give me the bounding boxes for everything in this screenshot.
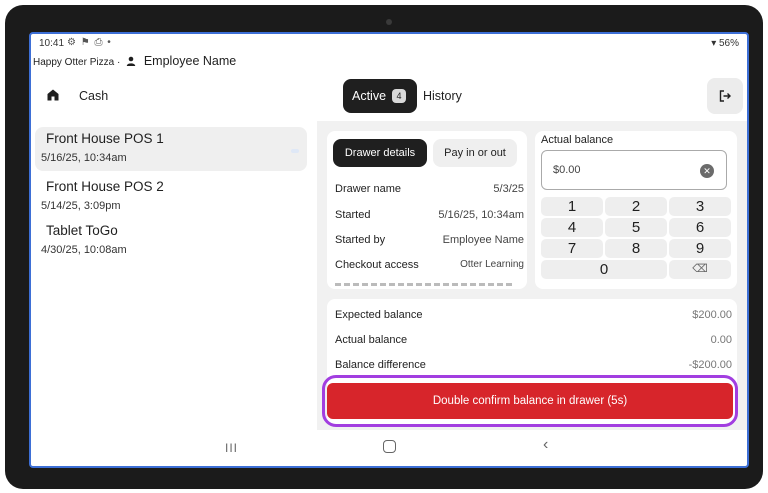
detail-row-drawer-name: Drawer name 5/3/25 <box>335 183 524 195</box>
highlight-outline <box>322 375 738 427</box>
actual-balance-value: $0.00 <box>553 164 581 176</box>
drawer-name: Front House POS 2 <box>46 179 164 194</box>
summary-row-difference: Balance difference -$200.00 <box>335 359 732 371</box>
battery-indicator: ▾ 56% <box>711 38 739 49</box>
drawer-time: 5/14/25, 3:09pm <box>41 200 121 212</box>
detail-label: Checkout access <box>335 259 419 271</box>
logout-icon <box>719 90 731 102</box>
tablet-frame: 10:41 ⚙ ⚑ ⎙ • ▾ 56% Happy Otter Pizza · … <box>5 5 763 489</box>
detail-row-checkout-access: Checkout access Otter Learning <box>335 259 524 271</box>
detail-row-started-by: Started by Employee Name <box>335 234 524 246</box>
logout-button[interactable] <box>707 78 743 114</box>
summary-label: Expected balance <box>335 309 423 321</box>
key-8[interactable]: 8 <box>605 239 667 258</box>
camera <box>386 19 392 25</box>
tab-active[interactable]: Active 4 <box>343 79 417 113</box>
truncated-row <box>335 283 515 286</box>
status-icons: ⚙ ⚑ ⎙ • <box>67 37 112 48</box>
restaurant-name: Happy Otter Pizza <box>33 57 115 68</box>
detail-row-started: Started 5/16/25, 10:34am <box>335 209 524 221</box>
key-5[interactable]: 5 <box>605 218 667 237</box>
actual-balance-label: Actual balance <box>541 134 614 146</box>
header: Cash Active 4 History <box>31 74 747 116</box>
detail-label: Drawer name <box>335 183 402 195</box>
clear-icon[interactable]: ✕ <box>700 164 714 178</box>
key-9[interactable]: 9 <box>669 239 731 258</box>
tab-active-label: Active <box>352 89 387 103</box>
detail-label: Started by <box>335 234 386 246</box>
tab-drawer-details[interactable]: Drawer details <box>333 139 427 167</box>
actual-balance-input[interactable]: $0.00 ✕ <box>541 150 727 190</box>
key-3[interactable]: 3 <box>669 197 731 216</box>
drawer-item-tablet-togo[interactable]: Tablet ToGo 4/30/25, 10:08am <box>35 219 307 263</box>
summary-value: 0.00 <box>710 334 732 346</box>
selected-indicator <box>291 149 299 153</box>
active-count-badge: 4 <box>392 89 407 103</box>
status-time: 10:41 <box>39 38 65 49</box>
detail-value: Otter Learning <box>460 259 524 270</box>
back-button[interactable]: ‹ <box>543 436 548 454</box>
page-title: Cash <box>79 89 109 103</box>
drawer-name: Tablet ToGo <box>46 223 118 238</box>
employee-name[interactable]: Employee Name <box>144 54 236 68</box>
drawer-name: Front House POS 1 <box>46 131 164 146</box>
actual-balance-card: Actual balance $0.00 ✕ 1 2 3 4 5 6 7 8 9… <box>535 131 737 289</box>
tab-pay-in-or-out[interactable]: Pay in or out <box>433 139 517 167</box>
status-bar: 10:41 ⚙ ⚑ ⎙ • ▾ 56% <box>31 34 747 54</box>
screen: 10:41 ⚙ ⚑ ⎙ • ▾ 56% Happy Otter Pizza · … <box>29 32 749 468</box>
drawer-item-front-house-pos-1[interactable]: Front House POS 1 5/16/25, 10:34am <box>35 127 307 171</box>
detail-value: 5/3/25 <box>493 183 524 195</box>
account-line: Happy Otter Pizza · Employee Name <box>33 54 236 68</box>
summary-label: Actual balance <box>335 334 408 346</box>
key-6[interactable]: 6 <box>669 218 731 237</box>
drawer-list: Front House POS 1 5/16/25, 10:34am Front… <box>31 127 317 427</box>
summary-row-actual: Actual balance 0.00 <box>335 334 732 346</box>
drawer-time: 4/30/25, 10:08am <box>41 244 127 256</box>
summary-row-expected: Expected balance $200.00 <box>335 309 732 321</box>
summary-value: $200.00 <box>692 309 732 321</box>
drawer-details-card[interactable]: Drawer details Pay in or out Drawer name… <box>327 131 527 289</box>
person-icon <box>126 56 136 66</box>
key-7[interactable]: 7 <box>541 239 603 258</box>
tab-history[interactable]: History <box>423 89 462 103</box>
drawer-time: 5/16/25, 10:34am <box>41 152 127 164</box>
drawer-item-front-house-pos-2[interactable]: Front House POS 2 5/14/25, 3:09pm <box>35 175 307 219</box>
backspace-key[interactable]: ⌫ <box>669 260 731 279</box>
key-0[interactable]: 0 <box>541 260 667 279</box>
key-1[interactable]: 1 <box>541 197 603 216</box>
recent-apps-button[interactable]: III <box>225 441 238 455</box>
home-icon[interactable] <box>47 89 59 101</box>
detail-label: Started <box>335 209 371 221</box>
system-nav-bar: III ‹ <box>31 430 747 466</box>
summary-value: -$200.00 <box>688 359 732 371</box>
detail-value: 5/16/25, 10:34am <box>438 209 524 221</box>
home-button[interactable] <box>383 440 396 453</box>
key-4[interactable]: 4 <box>541 218 603 237</box>
key-2[interactable]: 2 <box>605 197 667 216</box>
summary-label: Balance difference <box>335 359 426 371</box>
separator: · <box>116 57 121 68</box>
detail-value: Employee Name <box>442 234 524 246</box>
